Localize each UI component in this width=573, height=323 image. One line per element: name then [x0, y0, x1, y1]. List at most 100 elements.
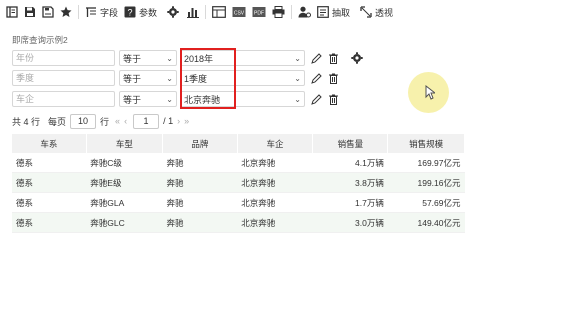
- gear-icon: [167, 6, 179, 18]
- prev-page-icon[interactable]: ‹: [124, 116, 127, 126]
- save-icon: [24, 6, 36, 18]
- toolbar-divider: [291, 5, 293, 19]
- pagination: 共 4 行 每页 10 行 « ‹ 1 / 1 › »: [12, 113, 191, 129]
- toolbar-divider: [205, 5, 207, 19]
- chevron-down-icon: ⌄: [166, 73, 173, 83]
- per-page-input[interactable]: 10: [70, 113, 97, 129]
- column-header[interactable]: 车型: [86, 134, 163, 153]
- chart-icon: [187, 6, 200, 18]
- filter-value: 2018年: [184, 53, 214, 64]
- total-pages: / 1: [163, 116, 174, 126]
- favorite-button[interactable]: [60, 2, 72, 22]
- table-cell: 3.8万辆: [312, 172, 388, 193]
- chart-button[interactable]: [187, 2, 200, 22]
- filter-operator-select[interactable]: 等于 ⌄: [119, 70, 177, 86]
- svg-text:PDF: PDF: [254, 10, 264, 16]
- table-cell: 奔驰: [162, 153, 238, 173]
- column-header[interactable]: 销售量: [312, 134, 389, 153]
- first-page-icon[interactable]: «: [115, 116, 120, 126]
- table-row: 德系 奔驰GLA 奔驰 北京奔驰 1.7万辆 57.69亿元: [12, 192, 465, 213]
- print-button[interactable]: [272, 2, 285, 22]
- filter-field-input[interactable]: 季度: [12, 70, 115, 86]
- table-cell: 北京奔驰: [237, 153, 313, 173]
- column-header[interactable]: 车企: [237, 134, 314, 153]
- result-table: 车系 车型 品牌 车企 销售量 销售规模 德系 奔驰C级 奔驰 北京奔驰 4.1…: [12, 134, 465, 233]
- export-button[interactable]: CSV: [232, 2, 246, 22]
- table-row: 德系 奔驰GLC 奔驰 北京奔驰 3.0万辆 149.40亿元: [12, 212, 465, 233]
- filter-operator-select[interactable]: 等于 ⌄: [119, 50, 177, 66]
- param-button[interactable]: ? 参数: [124, 2, 157, 22]
- delete-icon[interactable]: [328, 53, 339, 64]
- user-settings-icon: [298, 6, 312, 18]
- chevron-down-icon: ⌄: [294, 94, 301, 104]
- total-rows: 共 4 行: [12, 116, 41, 127]
- user-settings-button[interactable]: [298, 2, 312, 22]
- settings-panel-icon: [6, 6, 18, 18]
- table-cell: 奔驰GLA: [86, 192, 163, 213]
- table-row: 德系 奔驰C级 奔驰 北京奔驰 4.1万辆 169.97亿元: [12, 153, 465, 173]
- column-header[interactable]: 销售规模: [387, 134, 465, 153]
- table-row: 德系 奔驰E级 奔驰 北京奔驰 3.8万辆 199.16亿元: [12, 172, 465, 193]
- filter-field-input[interactable]: 车企: [12, 91, 115, 107]
- chevron-down-icon: ⌄: [294, 53, 301, 63]
- save-button[interactable]: [24, 2, 36, 22]
- export-icon: CSV: [232, 6, 246, 18]
- next-page-icon[interactable]: ›: [177, 116, 180, 126]
- table-cell: 3.0万辆: [312, 212, 388, 233]
- filter-operator-select[interactable]: 等于 ⌄: [119, 91, 177, 107]
- operator-value: 等于: [123, 73, 142, 84]
- table-cell: 北京奔驰: [237, 212, 313, 233]
- filter-row: 年份 等于 ⌄ 2018年 ⌄: [12, 49, 363, 67]
- extract-button[interactable]: 抽取: [317, 2, 350, 22]
- filter-value-select[interactable]: 1季度 ⌄: [180, 70, 305, 86]
- filter-value-select[interactable]: 北京奔驰 ⌄: [180, 91, 305, 107]
- table-icon: [212, 6, 226, 18]
- pivot-button[interactable]: 透视: [360, 2, 393, 22]
- column-header[interactable]: 品牌: [162, 134, 238, 153]
- pivot-label: 透视: [375, 7, 394, 18]
- svg-text:?: ?: [128, 8, 133, 18]
- chevron-down-icon: ⌄: [166, 94, 173, 104]
- operator-value: 等于: [123, 94, 142, 105]
- save-as-button[interactable]: [42, 2, 54, 22]
- filter-value-select[interactable]: 2018年 ⌄: [180, 50, 305, 66]
- toolbar: 字段 ? 参数 CSV PDF 抽取 透视: [0, 0, 573, 24]
- table-cell: 北京奔驰: [237, 172, 313, 193]
- table-cell: 奔驰GLC: [86, 212, 163, 233]
- table-cell: 4.1万辆: [312, 153, 388, 173]
- table-cell: 奔驰E级: [86, 172, 163, 193]
- table-cell: 149.40亿元: [387, 212, 465, 233]
- table-cell: 1.7万辆: [312, 192, 388, 213]
- table-cell: 奔驰: [162, 172, 238, 193]
- filter-value: 北京奔驰: [184, 94, 221, 105]
- delete-icon[interactable]: [328, 94, 339, 105]
- table-cell: 199.16亿元: [387, 172, 465, 193]
- field-label: 字段: [100, 7, 119, 18]
- page-input[interactable]: 1: [133, 113, 160, 129]
- table-cell: 奔驰: [162, 192, 238, 213]
- cursor-highlight: [408, 72, 449, 113]
- edit-icon[interactable]: [311, 52, 322, 64]
- settings-button[interactable]: [167, 2, 179, 22]
- pivot-icon: [360, 6, 372, 18]
- table-cell: 德系: [12, 212, 87, 233]
- table-cell: 奔驰C级: [86, 153, 163, 173]
- edit-icon[interactable]: [311, 72, 322, 84]
- filter-field-input[interactable]: 年份: [12, 50, 115, 66]
- extract-icon: [317, 6, 329, 18]
- table-cell: 57.69亿元: [387, 192, 465, 213]
- edit-icon[interactable]: [311, 93, 322, 105]
- table-button[interactable]: [212, 2, 226, 22]
- gear-icon[interactable]: [351, 52, 363, 64]
- filter-row: 季度 等于 ⌄ 1季度 ⌄: [12, 69, 339, 87]
- settings-panel-button[interactable]: [6, 2, 18, 22]
- param-label: 参数: [139, 7, 158, 18]
- extract-label: 抽取: [332, 7, 351, 18]
- filter-value: 1季度: [184, 73, 208, 84]
- delete-icon[interactable]: [328, 73, 339, 84]
- field-button[interactable]: 字段: [85, 2, 118, 22]
- operator-value: 等于: [123, 53, 142, 64]
- export-pdf-button[interactable]: PDF: [252, 2, 266, 22]
- last-page-icon[interactable]: »: [184, 116, 189, 126]
- column-header[interactable]: 车系: [12, 134, 87, 153]
